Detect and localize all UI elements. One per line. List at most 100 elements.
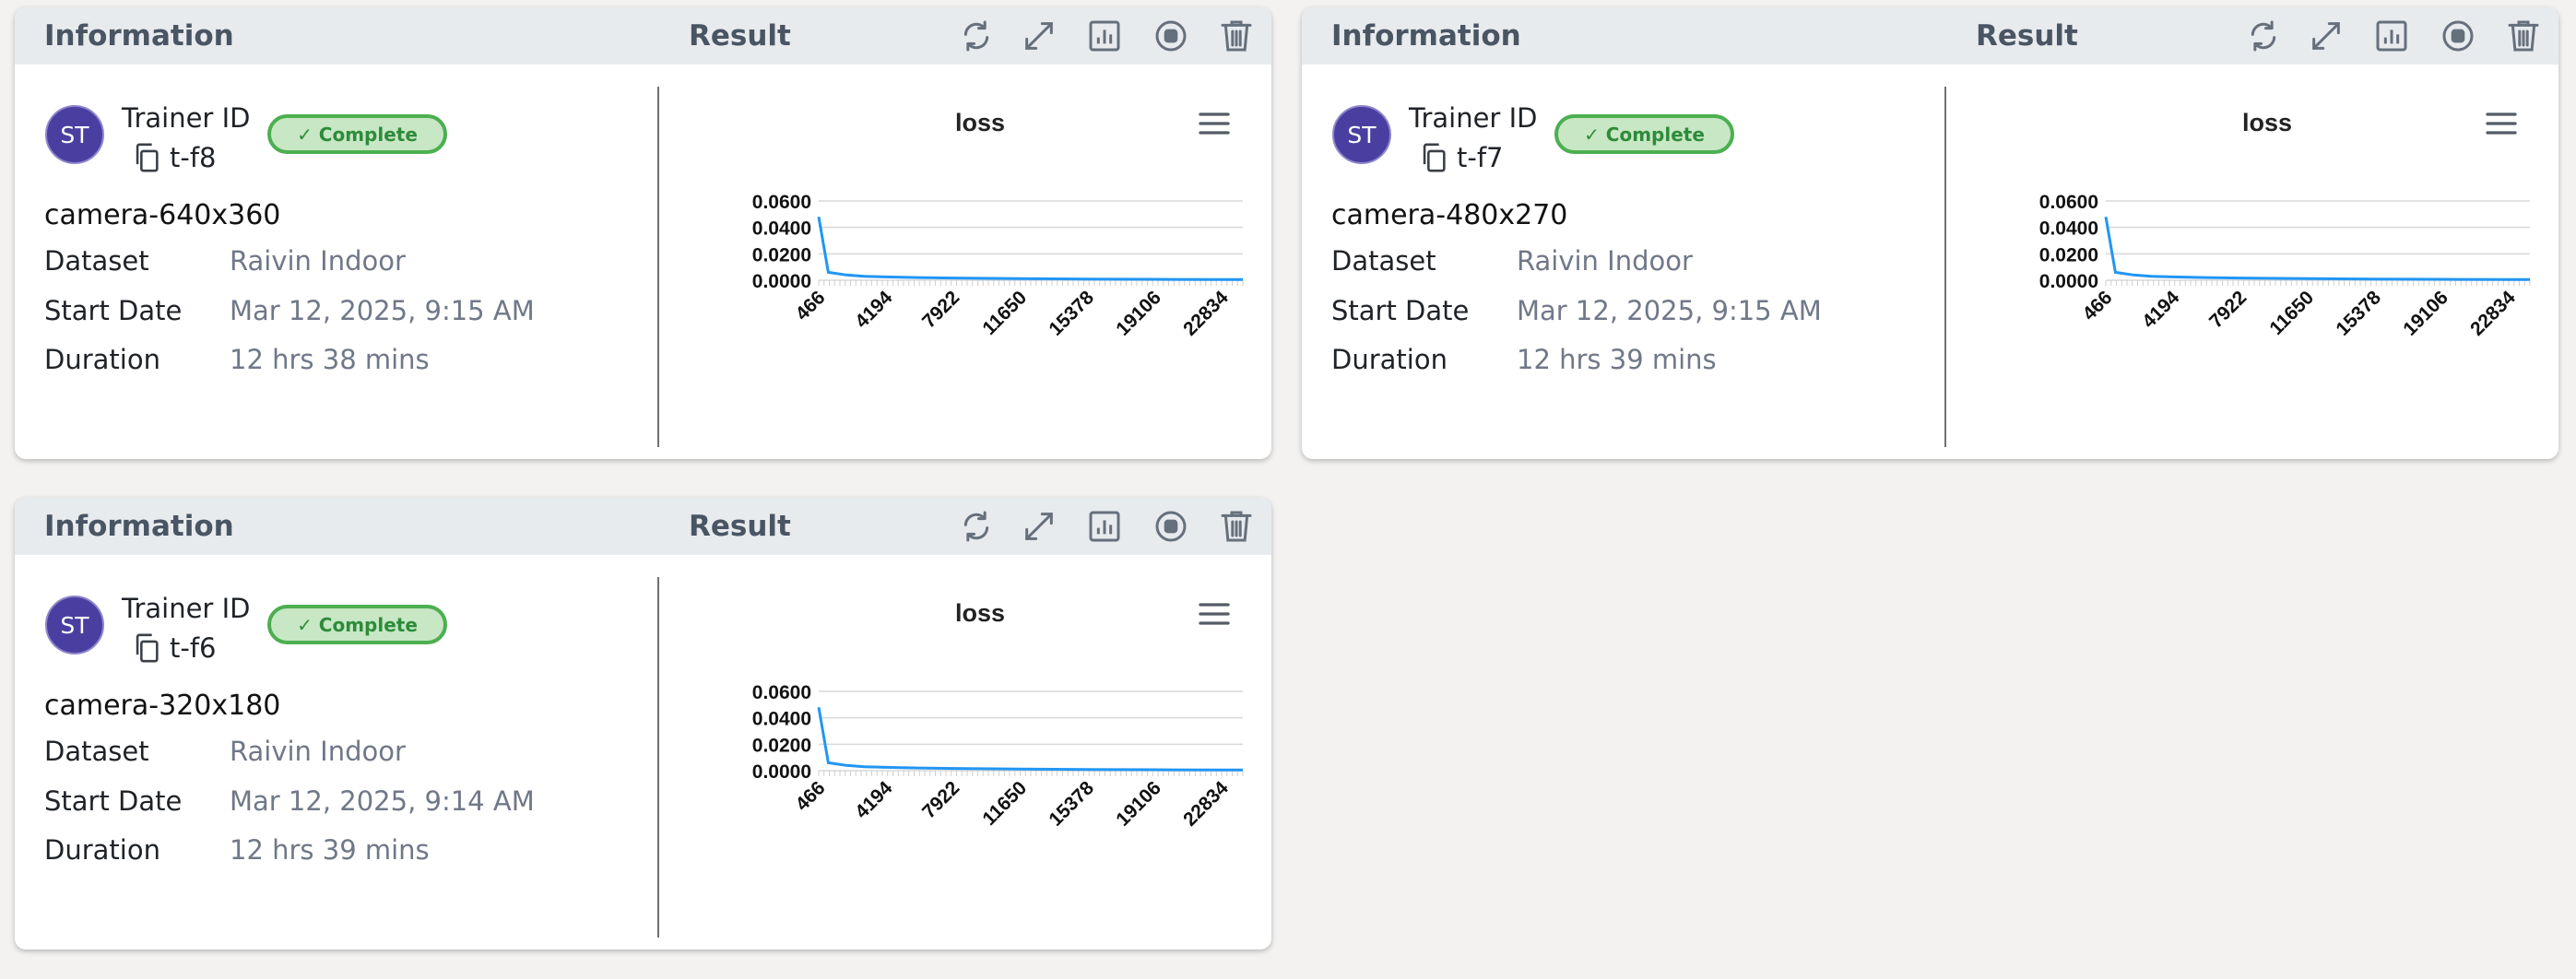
chart-menu-button[interactable]: [1196, 105, 1233, 142]
stop-button[interactable]: [1151, 16, 1191, 56]
y-tick-label: 0.0200: [752, 735, 811, 756]
stop-icon: [2442, 20, 2474, 52]
duration-label: Duration: [44, 344, 160, 375]
chart-icon: [1089, 511, 1120, 542]
loss-series-line: [817, 706, 1243, 772]
loss-series-line: [817, 216, 1243, 281]
dataset-value: Raivin Indoor: [230, 245, 406, 277]
information-heading: Information: [44, 19, 234, 53]
expand-icon: [2312, 22, 2340, 50]
stop-icon: [1155, 20, 1187, 52]
x-tick-label: 466: [791, 287, 829, 324]
expand-button[interactable]: [1019, 506, 1059, 547]
divider: [657, 577, 659, 938]
y-tick-label: 0.0400: [752, 709, 811, 730]
refresh-icon: [2251, 20, 2276, 52]
training-card: Information Result ST Trainer ID t-f8 ✓ …: [15, 7, 1271, 459]
dataset-label: Dataset: [44, 736, 149, 767]
trainer-id-label: Trainer ID: [122, 102, 251, 134]
delete-icon: [1221, 511, 1252, 542]
dataset-value: Raivin Indoor: [230, 736, 406, 767]
expand-button[interactable]: [1019, 16, 1059, 56]
chart-svg: loss 0.0000 0.0200 0.0400 0.0600 466 4194 7922 1…: [2039, 109, 2531, 340]
refresh-icon: [963, 20, 989, 52]
stop-button[interactable]: [2438, 16, 2478, 56]
card-header: Information Result: [1302, 7, 2558, 65]
metrics-button[interactable]: [1084, 506, 1125, 547]
x-tick-label: 15378: [1045, 287, 1098, 340]
x-tick-label: 11650: [2265, 287, 2318, 339]
start-date-value: Mar 12, 2025, 9:15 AM: [230, 295, 535, 326]
menu-icon: [2486, 112, 2517, 135]
copy-icon: [136, 633, 159, 663]
status-badge: ✓ Complete: [267, 114, 447, 154]
trainer-id-value: t-f8: [170, 142, 217, 173]
chart-icon: [1089, 20, 1120, 52]
start-date-label: Start Date: [44, 785, 183, 817]
metrics-button[interactable]: [2371, 16, 2412, 56]
start-date-value: Mar 12, 2025, 9:14 AM: [230, 785, 535, 817]
result-heading: Result: [1976, 19, 2078, 53]
x-tick-label: 22834: [1179, 287, 1233, 340]
training-card: Information Result ST Trainer ID t-f6 ✓ …: [15, 498, 1271, 950]
information-heading: Information: [1331, 19, 1521, 53]
x-tick-label: 22834: [2466, 287, 2520, 340]
result-heading: Result: [689, 510, 791, 543]
card-header: Information Result: [15, 498, 1271, 555]
chart-menu-button[interactable]: [2483, 105, 2520, 142]
avatar: ST: [45, 105, 104, 164]
x-tick-label: 19106: [1112, 287, 1165, 340]
avatar: ST: [1332, 105, 1391, 164]
y-tick-label: 0.0000: [752, 761, 811, 783]
x-tick-label: 15378: [2332, 287, 2385, 340]
model-name: camera-480x270: [1331, 199, 1568, 231]
copy-button[interactable]: [131, 142, 162, 173]
model-name: camera-320x180: [44, 690, 281, 722]
x-tick-label: 4194: [851, 777, 897, 823]
y-tick-label: 0.0000: [2039, 271, 2098, 292]
x-tick-label: 4194: [2138, 287, 2184, 333]
delete-button[interactable]: [2503, 16, 2544, 56]
stop-icon: [1155, 511, 1187, 542]
status-badge: ✓ Complete: [267, 605, 447, 644]
refresh-button[interactable]: [2243, 16, 2284, 56]
y-tick-label: 0.0600: [752, 682, 811, 703]
copy-button[interactable]: [1418, 142, 1449, 173]
x-tick-label: 466: [2078, 287, 2116, 324]
start-date-value: Mar 12, 2025, 9:15 AM: [1517, 295, 1822, 326]
delete-button[interactable]: [1216, 16, 1257, 56]
y-tick-label: 0.0200: [752, 244, 811, 265]
refresh-button[interactable]: [956, 16, 997, 56]
trainer-id-label: Trainer ID: [1409, 102, 1538, 134]
y-tick-label: 0.0200: [2039, 244, 2098, 265]
training-card: Information Result ST Trainer ID t-f7 ✓ …: [1302, 7, 2558, 459]
trainer-id-label: Trainer ID: [122, 593, 251, 624]
x-tick-label: 15378: [1045, 777, 1098, 831]
chart-menu-button[interactable]: [1196, 596, 1233, 632]
delete-icon: [1221, 20, 1252, 52]
dataset-value: Raivin Indoor: [1517, 245, 1693, 277]
refresh-button[interactable]: [956, 506, 997, 547]
delete-button[interactable]: [1216, 506, 1257, 547]
y-tick-label: 0.0600: [2039, 192, 2098, 213]
loss-chart: loss 0.0000 0.0200 0.0400 0.0600 466 4194 7922 1…: [1985, 87, 2547, 363]
x-tick-label: 19106: [2399, 287, 2452, 340]
chart-title: loss: [955, 599, 1005, 627]
stop-button[interactable]: [1151, 506, 1191, 547]
y-tick-label: 0.0400: [752, 218, 811, 240]
start-date-label: Start Date: [1331, 295, 1470, 326]
duration-label: Duration: [1331, 344, 1448, 375]
duration-value: 12 hrs 39 mins: [1517, 344, 1717, 375]
loss-series-line: [2104, 216, 2530, 281]
menu-icon: [1199, 112, 1230, 135]
refresh-icon: [963, 511, 989, 542]
divider: [657, 87, 659, 447]
metrics-button[interactable]: [1084, 16, 1125, 56]
x-tick-label: 19106: [1112, 777, 1165, 831]
x-tick-label: 4194: [851, 287, 897, 333]
result-heading: Result: [689, 19, 791, 53]
copy-button[interactable]: [131, 632, 162, 664]
x-tick-label: 7922: [918, 777, 963, 822]
chart-svg: loss 0.0000 0.0200 0.0400 0.0600 466 4194 7922 1…: [752, 109, 1244, 340]
expand-button[interactable]: [2306, 16, 2346, 56]
